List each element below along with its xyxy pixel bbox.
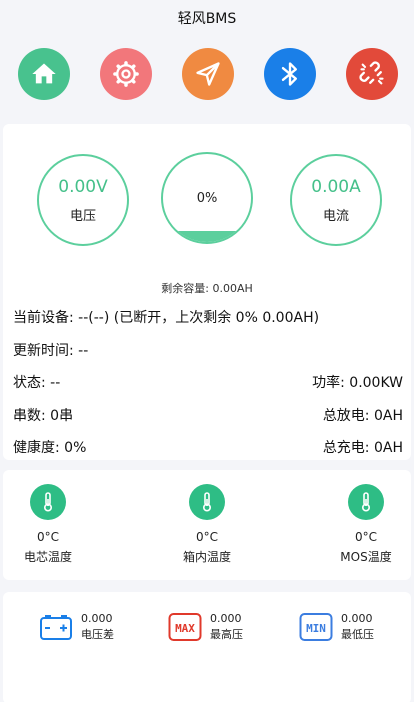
- voltage-diff-label: 电压差: [81, 628, 114, 641]
- bluetooth-button[interactable]: [264, 48, 316, 100]
- power-text: 功率: 0.00KW: [312, 375, 403, 391]
- mos-temp-label: MOS温度: [340, 550, 392, 564]
- cell-temp-value: 0°C: [36, 530, 59, 544]
- cell-temp-label: 电芯温度: [23, 550, 72, 564]
- settings-button[interactable]: [100, 48, 152, 100]
- status-text: 状态: --: [13, 375, 61, 391]
- total-discharge: 总放电: 0AH: [322, 408, 403, 424]
- nav-bar: [0, 48, 414, 100]
- voltage-label: 电压: [69, 208, 96, 224]
- send-icon: [196, 62, 220, 86]
- max-icon: MAX: [168, 610, 202, 644]
- current-gauge: 0.00A 电流: [290, 154, 382, 246]
- voltage-gauge: 0.00V 电压: [37, 154, 129, 246]
- send-button[interactable]: [182, 48, 234, 100]
- box-temp-label: 箱内温度: [182, 550, 231, 564]
- temperature-card: 0°C 电芯温度 0°C 箱内温度 0°C MOS温度: [3, 470, 411, 580]
- voltage-stats-card: 0.000 电压差 MAX 0.000 最高压 MIN 0.000 最低压: [3, 592, 411, 702]
- health-text: 健康度: 0%: [13, 440, 87, 456]
- disconnect-button[interactable]: [346, 48, 398, 100]
- current-value: 0.00A: [311, 176, 361, 197]
- home-button[interactable]: [18, 48, 70, 100]
- min-voltage: MIN 0.000 最低压: [299, 610, 374, 644]
- box-temp: 0°C 箱内温度: [162, 484, 252, 565]
- min-voltage-value: 0.000: [341, 612, 373, 625]
- battery-status-card: 0.00V 电压 0% 0.00A 电流 剩余容量: 0.00AH 当前设备: …: [3, 124, 411, 460]
- current-label: 电流: [322, 208, 349, 224]
- current-device: 当前设备: --(--) (已断开，上次剩余 0% 0.00AH): [13, 310, 320, 326]
- home-icon: [32, 63, 56, 84]
- voltage-diff-value: 0.000: [81, 612, 113, 625]
- voltage-value: 0.00V: [58, 176, 108, 197]
- total-charge: 总充电: 0AH: [322, 440, 403, 456]
- update-time: 更新时间: --: [13, 343, 89, 359]
- min-icon: MIN: [299, 610, 333, 644]
- thermometer-icon: [30, 484, 66, 520]
- battery-icon: [39, 610, 73, 644]
- svg-text:MIN: MIN: [306, 622, 326, 635]
- max-voltage: MAX 0.000 最高压: [168, 610, 243, 644]
- max-voltage-value: 0.000: [210, 612, 242, 625]
- voltage-diff: 0.000 电压差: [39, 610, 114, 644]
- thermometer-icon: [348, 484, 384, 520]
- remaining-capacity: 剩余容量: 0.00AH: [161, 282, 253, 295]
- bluetooth-icon: [281, 62, 297, 86]
- soc-gauge: 0%: [161, 152, 253, 244]
- app-title: 轻风BMS: [177, 11, 237, 27]
- mos-temp-value: 0°C: [354, 530, 377, 544]
- max-voltage-label: 最高压: [210, 628, 243, 641]
- mos-temp: 0°C MOS温度: [321, 484, 411, 565]
- thermometer-icon: [189, 484, 225, 520]
- soc-fill-bar: [163, 231, 251, 242]
- cell-temp: 0°C 电芯温度: [3, 484, 93, 565]
- soc-value: 0%: [196, 190, 218, 206]
- unlink-icon: [359, 61, 384, 85]
- series-count: 串数: 0串: [13, 408, 74, 424]
- min-voltage-label: 最低压: [341, 628, 374, 641]
- gear-icon: [113, 61, 139, 87]
- box-temp-value: 0°C: [195, 530, 218, 544]
- svg-text:MAX: MAX: [175, 622, 195, 635]
